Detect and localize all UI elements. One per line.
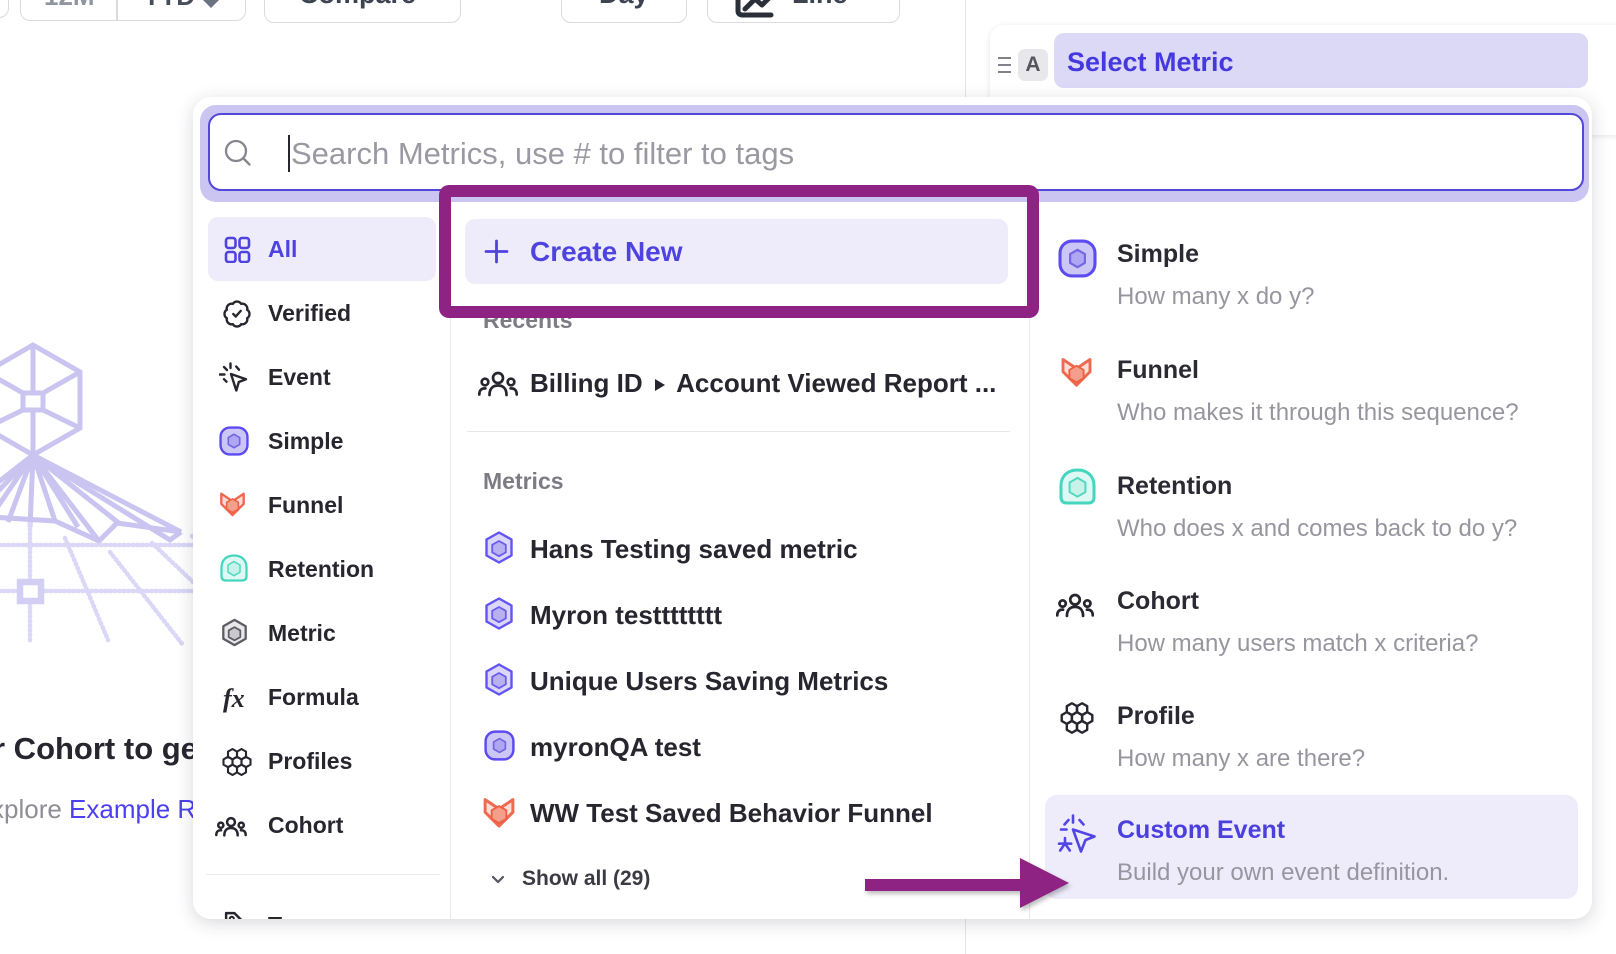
svg-text:fx: fx [223,684,245,713]
